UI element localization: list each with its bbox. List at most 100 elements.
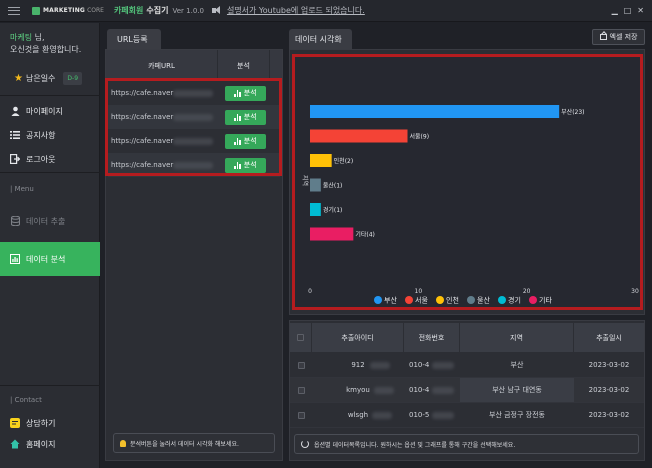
cell-date: 2023-03-02 <box>588 386 630 394</box>
greeting: 마케팅 님, <box>10 32 45 43</box>
chart-data-label: 울산(1) <box>323 182 343 190</box>
redacted-blur <box>374 387 394 394</box>
redacted-blur <box>432 387 454 394</box>
chart-data-label: 인천(2) <box>334 157 354 165</box>
chart-legend-label: 경기 <box>508 296 521 305</box>
table-row[interactable]: kmyou 010-4 부산 남구 대연동 2023-03-02 <box>290 378 644 403</box>
cell-id: kmyou <box>312 378 404 402</box>
chart-legend-label: 기타 <box>539 296 552 305</box>
chart-legend-marker <box>374 296 382 304</box>
cell-region: 부산 남구 대연동 <box>460 378 574 402</box>
excel-save-label: 엑셀 저장 <box>609 33 638 41</box>
lightbulb-icon <box>120 439 126 447</box>
nav-item-data-extract[interactable]: 데이터 추출 <box>0 209 100 233</box>
greeting-sub: 오신것을 환영합니다. <box>10 45 82 54</box>
speaker-icon <box>211 6 223 15</box>
cell-region: 부산 금정구 장전동 <box>489 411 545 419</box>
notice-link[interactable]: 설명서가 Youtube에 업로드 되었습니다. <box>227 5 365 16</box>
column-header-date: 추출일시 <box>596 333 622 342</box>
chart-icon <box>10 254 20 264</box>
chart-x-tick-label: 0 <box>308 288 312 295</box>
table-row[interactable]: wlsgh 010-5 부산 금정구 장전동 2023-03-02 <box>290 403 644 428</box>
select-all-cell <box>290 323 312 352</box>
row-checkbox[interactable] <box>297 361 305 369</box>
logout-icon <box>10 154 20 164</box>
row-select-cell <box>290 403 312 427</box>
user-name: 마케팅 <box>10 33 33 42</box>
row-select-cell <box>290 353 312 377</box>
nav-item-logout[interactable]: 로그아웃 <box>0 147 100 171</box>
row-checkbox[interactable] <box>297 411 305 419</box>
redacted-blur <box>432 412 454 419</box>
redacted-blur <box>372 412 392 419</box>
column-header-url: 카페URL <box>106 50 218 81</box>
cell-region: 부산 <box>510 361 524 369</box>
chart-bar <box>310 129 408 143</box>
row-checkbox[interactable] <box>297 386 305 394</box>
chart-x-tick-label: 10 <box>415 288 423 295</box>
remaining-label: 남은일수 <box>25 74 56 83</box>
chart-legend-label: 인천 <box>446 296 459 305</box>
table-hint: 옵션별 데이터목록입니다. 원하시는 옵션 및 그래프를 통해 구간을 선택해보… <box>294 434 639 454</box>
divider <box>0 172 100 173</box>
cell-phone: 010-4 <box>404 378 460 402</box>
chart-x-tick-label: 30 <box>631 288 639 295</box>
chart-data-label: 서울(9) <box>410 133 430 141</box>
nav-item-homepage[interactable]: 홈페이지 <box>0 432 100 456</box>
chart-y-label: 지역 <box>301 175 309 186</box>
column-header-phone: 전화번호 <box>404 323 460 352</box>
user-icon <box>10 106 20 116</box>
chart-bar <box>310 203 321 216</box>
excel-save-button[interactable]: 엑셀 저장 <box>592 29 645 45</box>
cell-phone: 010-5 <box>404 403 460 427</box>
chart-data-label: 부산(23) <box>561 108 584 116</box>
nav-item-label: 홈페이지 <box>26 439 56 449</box>
select-all-checkbox[interactable] <box>297 334 304 341</box>
close-icon[interactable]: ✕ <box>637 6 644 15</box>
cell-id-text: 912 <box>351 361 365 369</box>
minimize-icon[interactable]: ▁ <box>612 6 618 15</box>
greeting-suffix: 님, <box>32 33 45 42</box>
contact-section-label: | Contact <box>10 396 42 404</box>
region-bar-chart: 부산(23) 서울(9) 인천(2) 울산(1) 경기(1) 기타(4) 지역 0 10 20 30… <box>301 105 639 305</box>
chart-legend-marker <box>498 296 506 304</box>
divider <box>0 385 100 386</box>
cell-date: 2023-03-02 <box>588 361 630 369</box>
chart-frame: 부산(23) 서울(9) 인천(2) 울산(1) 경기(1) 기타(4) 지역 0 10 20 30… <box>292 54 643 310</box>
star-icon: ★ <box>14 73 23 84</box>
column-header-analyze: 분석 <box>218 50 270 81</box>
nav-item-mypage[interactable]: 마이페이지 <box>0 99 100 123</box>
sidebar: 마케팅 님, 오신것을 환영합니다. ★ 남은일수 D-9 마이페이지 공지사항… <box>0 23 100 468</box>
chart-bar <box>310 105 560 118</box>
chart-bar <box>310 154 332 167</box>
data-table-header: 추출아이디 전화번호 지역 추출일시 <box>290 323 644 352</box>
list-icon <box>10 130 20 140</box>
tab-url-register[interactable]: URL등록 <box>107 29 161 49</box>
chart-data-label: 경기(1) <box>323 206 343 214</box>
hamburger-menu-icon[interactable] <box>8 6 20 15</box>
maximize-icon[interactable]: □ <box>624 6 632 15</box>
table-row[interactable]: 912 010-4 부산 2023-03-02 <box>290 353 644 378</box>
cell-phone-text: 010-4 <box>409 361 430 369</box>
column-header-id: 추출아이디 <box>312 323 404 352</box>
table-hint-text: 옵션별 데이터목록입니다. 원하시는 옵션 및 그래프를 통해 구간을 선택해보… <box>314 441 516 449</box>
data-table-body: 912 010-4 부산 2023-03-02 kmyou 010-4 부산 남… <box>290 353 644 428</box>
nav-item-label: 마이페이지 <box>26 106 63 116</box>
tab-data-visualization[interactable]: 데이터 시각화 <box>289 29 352 49</box>
cell-phone-text: 010-5 <box>409 411 430 419</box>
redacted-blur <box>370 362 390 369</box>
row-select-cell <box>290 378 312 402</box>
nav-item-data-analysis[interactable]: 데이터 분석 <box>0 242 100 276</box>
menu-section-label: | Menu <box>10 185 34 193</box>
url-highlight-frame <box>105 78 282 176</box>
nav-item-label: 공지사항 <box>26 130 56 140</box>
cell-id-text: kmyou <box>346 386 370 394</box>
nav-item-label: 상담하기 <box>26 418 56 428</box>
url-hint-text: 분석버튼을 눌러서 데이터 시각화 해보세요. <box>130 440 239 448</box>
app-version: Ver 1.0.0 <box>172 6 204 15</box>
nav-item-notice[interactable]: 공지사항 <box>0 123 100 147</box>
chart-legend-label: 서울 <box>415 296 428 305</box>
chart-legend-marker <box>529 296 537 304</box>
chart-legend-marker <box>467 296 475 304</box>
nav-item-label: 데이터 추출 <box>26 216 66 226</box>
